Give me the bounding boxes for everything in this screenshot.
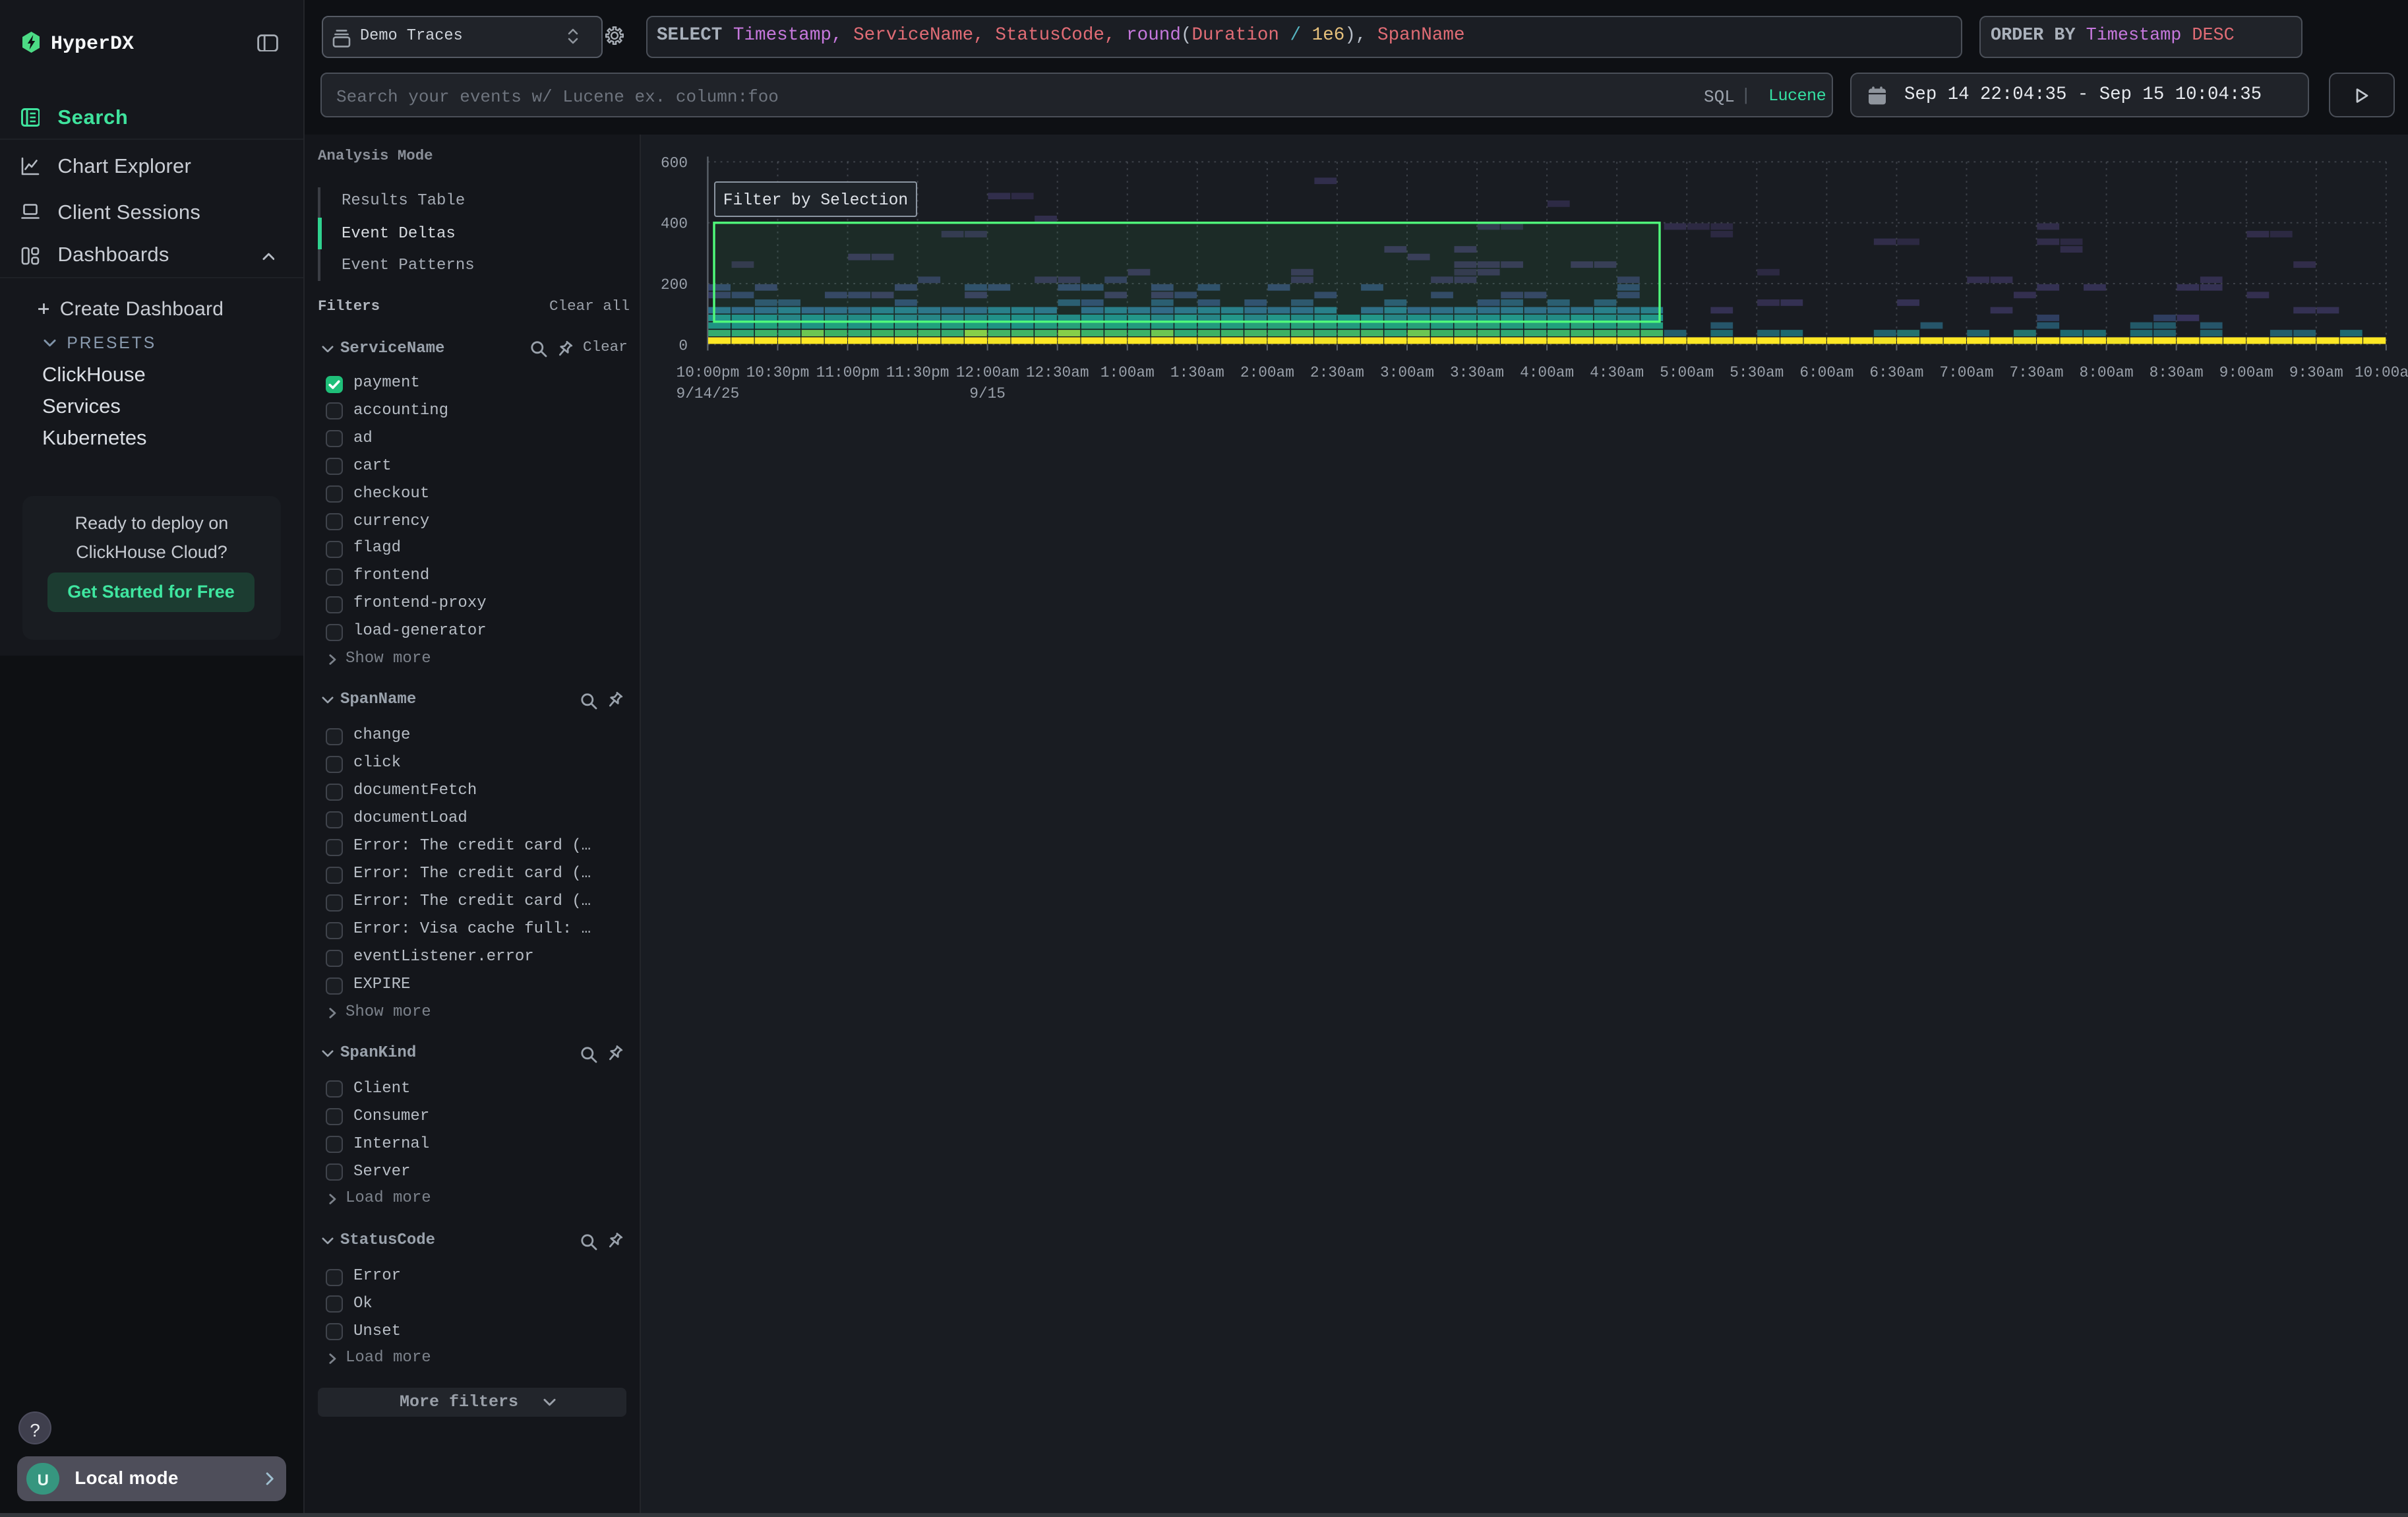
svg-text:1:30am: 1:30am: [1170, 364, 1224, 381]
svg-text:4:30am: 4:30am: [1589, 364, 1643, 381]
svg-text:12:00am: 12:00am: [955, 364, 1019, 381]
svg-text:2:00am: 2:00am: [1240, 364, 1294, 381]
svg-text:10:00pm: 10:00pm: [676, 364, 739, 381]
svg-text:Filter by Selection: Filter by Selection: [723, 192, 907, 210]
svg-text:8:00am: 8:00am: [2079, 364, 2133, 381]
svg-text:10:00am: 10:00am: [2354, 364, 2408, 381]
svg-text:9:00am: 9:00am: [2219, 364, 2273, 381]
svg-text:7:00am: 7:00am: [1939, 364, 1993, 381]
svg-text:12:30am: 12:30am: [1025, 364, 1089, 381]
svg-text:5:00am: 5:00am: [1659, 364, 1713, 381]
svg-text:200: 200: [660, 276, 687, 294]
svg-text:11:30pm: 11:30pm: [886, 364, 949, 381]
svg-text:10:30pm: 10:30pm: [746, 364, 809, 381]
svg-text:4:00am: 4:00am: [1519, 364, 1573, 381]
svg-text:5:30am: 5:30am: [1729, 364, 1783, 381]
svg-text:3:30am: 3:30am: [1449, 364, 1503, 381]
svg-text:0: 0: [678, 337, 687, 354]
svg-text:9/15: 9/15: [969, 385, 1005, 402]
svg-text:7:30am: 7:30am: [2008, 364, 2062, 381]
svg-text:1:00am: 1:00am: [1100, 364, 1154, 381]
svg-text:11:00pm: 11:00pm: [816, 364, 879, 381]
svg-text:3:00am: 3:00am: [1379, 364, 1433, 381]
svg-text:6:00am: 6:00am: [1799, 364, 1853, 381]
svg-text:600: 600: [660, 154, 687, 171]
svg-text:9/14/25: 9/14/25: [676, 385, 739, 402]
svg-text:8:30am: 8:30am: [2149, 364, 2203, 381]
svg-text:6:30am: 6:30am: [1869, 364, 1923, 381]
svg-text:2:30am: 2:30am: [1309, 364, 1364, 381]
svg-text:400: 400: [660, 216, 687, 233]
svg-text:9:30am: 9:30am: [2289, 364, 2343, 381]
